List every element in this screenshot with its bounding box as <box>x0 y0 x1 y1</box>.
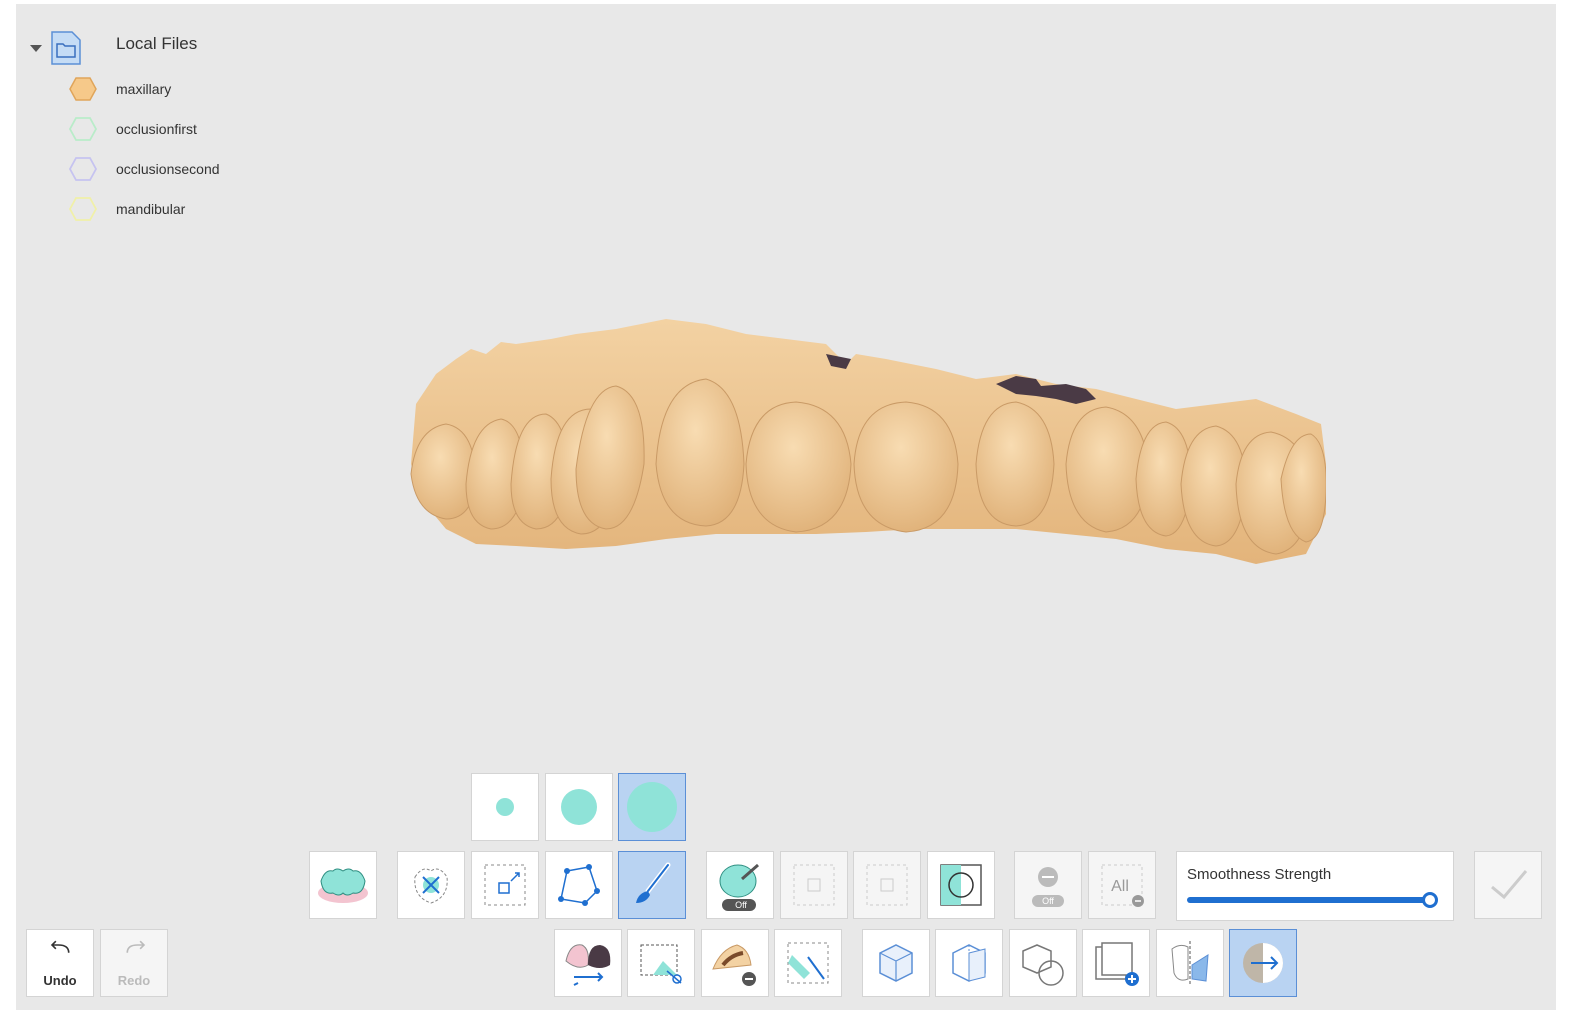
view-box-button[interactable] <box>862 929 930 997</box>
tooth-mirror-icon <box>1171 941 1209 985</box>
redo-icon <box>126 940 146 953</box>
fill-toggle-button[interactable]: Off <box>706 851 774 919</box>
deselect-toggle-button[interactable]: Off <box>1014 851 1082 919</box>
grow-selection-button[interactable] <box>853 851 921 919</box>
edit-selection-button[interactable] <box>774 929 842 997</box>
box-select-icon <box>484 864 526 906</box>
3d-viewport[interactable]: Local Files maxillary occlusionfirst occ… <box>16 4 1556 1010</box>
tree-item-label: mandibular <box>116 201 186 217</box>
brush-select-button[interactable] <box>618 851 686 919</box>
minus-toggle-icon: Off <box>1032 867 1064 907</box>
swap-arch-button[interactable] <box>554 929 622 997</box>
folder-icon <box>51 31 81 65</box>
dental-model[interactable] <box>376 314 1326 574</box>
tree-item-occlusionsecond[interactable]: occlusionsecond <box>68 154 220 184</box>
tree-item-label: maxillary <box>116 81 172 97</box>
tree-item-occlusionfirst[interactable]: occlusionfirst <box>68 114 197 144</box>
grow-icon <box>866 864 908 906</box>
dot-large-icon <box>627 782 677 832</box>
polygon-select-button[interactable] <box>545 851 613 919</box>
brush-size-small-button[interactable] <box>471 773 539 841</box>
tree-item-label: occlusionsecond <box>116 161 220 177</box>
dot-small-icon <box>496 798 514 816</box>
svg-text:Off: Off <box>735 900 747 910</box>
all-minus-icon: All <box>1101 864 1144 907</box>
arch-icon <box>318 868 368 903</box>
svg-text:Off: Off <box>1042 896 1054 906</box>
bowl-toggle-off-icon: Off <box>719 863 759 911</box>
box-select-button[interactable] <box>471 851 539 919</box>
layer-remove-button[interactable] <box>701 929 769 997</box>
tooth-expand-button[interactable] <box>397 851 465 919</box>
dot-medium-icon <box>561 789 597 825</box>
view-section-button[interactable] <box>935 929 1003 997</box>
arch-swap-icon <box>565 944 611 986</box>
undo-icon <box>50 940 70 953</box>
hexagon-icon <box>68 197 98 221</box>
scissors-selection-icon <box>640 944 682 984</box>
apply-button[interactable] <box>1474 851 1542 919</box>
svg-text:All: All <box>1111 878 1129 895</box>
tree-item-mandibular[interactable]: mandibular <box>68 194 185 224</box>
tree-item-label: occlusionfirst <box>116 121 197 137</box>
tree-item-maxillary[interactable]: maxillary <box>68 74 171 104</box>
shrink-icon <box>793 864 835 906</box>
undo-button[interactable]: Undo <box>26 929 94 997</box>
arch-select-button[interactable] <box>309 851 377 919</box>
paintbrush-icon <box>636 862 671 903</box>
add-copy-button[interactable] <box>1082 929 1150 997</box>
redo-label: Redo <box>117 973 151 988</box>
brush-size-large-button[interactable] <box>618 773 686 841</box>
shrink-selection-button[interactable] <box>780 851 848 919</box>
trim-button[interactable] <box>627 929 695 997</box>
sphere-slice-button[interactable] <box>1229 929 1297 997</box>
redo-button[interactable]: Redo <box>100 929 168 997</box>
copy-plus-icon <box>1095 942 1139 986</box>
smoothness-label: Smoothness Strength <box>1187 866 1332 883</box>
section-minus-icon <box>712 944 756 986</box>
invert-icon <box>940 864 982 906</box>
checkmark-icon <box>1491 870 1528 900</box>
smoothness-slider-thumb[interactable] <box>1422 892 1438 908</box>
hexagon-icon <box>69 77 97 101</box>
tree-root[interactable] <box>30 28 82 68</box>
smoothness-slider-track[interactable] <box>1187 897 1427 903</box>
chevron-down-icon[interactable] <box>30 44 42 52</box>
hexagon-icon <box>68 157 98 181</box>
primitives-button[interactable] <box>1009 929 1077 997</box>
hexagon-icon <box>68 117 98 141</box>
tree-root-label[interactable]: Local Files <box>116 34 197 54</box>
sphere-arrow-icon <box>1243 943 1283 983</box>
mirror-button[interactable] <box>1156 929 1224 997</box>
polygon-icon <box>558 864 600 906</box>
cube-icon <box>879 944 913 982</box>
pen-selection-icon <box>787 942 829 984</box>
section-cube-icon <box>952 944 986 982</box>
cube-sphere-icon <box>1022 944 1064 986</box>
deselect-all-button[interactable]: All <box>1088 851 1156 919</box>
undo-label: Undo <box>43 973 77 988</box>
smoothness-panel: Smoothness Strength <box>1176 851 1454 921</box>
invert-selection-button[interactable] <box>927 851 995 919</box>
tooth-arrows-icon <box>414 868 448 904</box>
brush-size-medium-button[interactable] <box>545 773 613 841</box>
